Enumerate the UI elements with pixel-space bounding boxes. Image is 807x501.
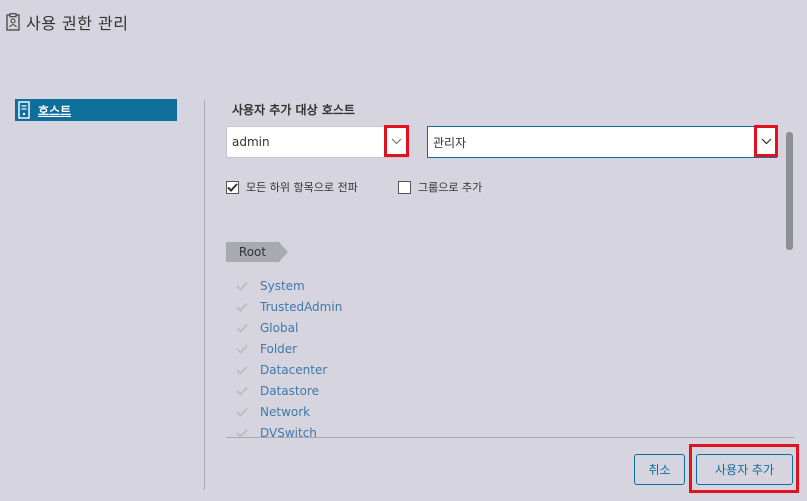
privilege-checkbox bbox=[236, 343, 248, 355]
role-select-value: 관리자 bbox=[433, 135, 467, 150]
checkmark-icon bbox=[236, 323, 248, 333]
privilege-item: Datastore bbox=[236, 380, 776, 401]
checkmark-icon bbox=[227, 182, 238, 192]
propagate-label: 모든 하위 항목으로 전파 bbox=[246, 181, 358, 194]
privilege-checkbox bbox=[236, 301, 248, 313]
privilege-label: Folder bbox=[260, 341, 298, 356]
section-title: 사용자 추가 대상 호스트 bbox=[232, 103, 355, 117]
propagate-checkbox[interactable] bbox=[226, 180, 239, 194]
privilege-label: Datacenter bbox=[260, 362, 328, 377]
sidebar: 호스트 bbox=[15, 99, 177, 121]
privilege-label: Network bbox=[260, 404, 311, 419]
privilege-checkbox bbox=[236, 364, 248, 376]
chevron-down-icon bbox=[761, 138, 771, 144]
breadcrumb-arrow bbox=[279, 242, 288, 262]
privilege-item: Global bbox=[236, 317, 776, 338]
user-select-value: admin bbox=[232, 135, 270, 149]
privilege-item: Datacenter bbox=[236, 359, 776, 380]
role-dropdown-toggle[interactable] bbox=[754, 125, 778, 157]
title-bar: 사용 권한 관리 bbox=[6, 10, 129, 34]
privilege-checkbox bbox=[236, 406, 248, 418]
footer-divider bbox=[226, 437, 794, 438]
privilege-label: TrustedAdmin bbox=[260, 299, 343, 314]
privilege-item: System bbox=[236, 275, 776, 296]
add-as-group-label: 그룹으로 추가 bbox=[418, 181, 483, 194]
role-select[interactable]: 관리자 bbox=[427, 126, 777, 158]
chevron-down-icon bbox=[391, 138, 402, 144]
privilege-label: Global bbox=[260, 320, 299, 335]
user-select[interactable]: admin bbox=[226, 126, 409, 158]
add-as-group-checkbox[interactable] bbox=[398, 180, 411, 194]
privilege-label: DVSwitch bbox=[260, 425, 317, 438]
sidebar-item-host[interactable]: 호스트 bbox=[15, 99, 177, 121]
scrollbar[interactable] bbox=[786, 132, 793, 250]
sidebar-item-label: 호스트 bbox=[38, 103, 72, 118]
cancel-button[interactable]: 취소 bbox=[634, 454, 685, 485]
checkmark-icon bbox=[236, 407, 248, 417]
privilege-label: Datastore bbox=[260, 383, 320, 398]
privilege-item: DVSwitch bbox=[236, 422, 776, 437]
privilege-label: System bbox=[260, 278, 305, 293]
host-server-icon bbox=[18, 101, 30, 119]
privilege-item: TrustedAdmin bbox=[236, 296, 776, 317]
checkmark-icon bbox=[236, 428, 248, 437]
dialog-title: 사용 권한 관리 bbox=[26, 14, 129, 33]
checkmark-icon bbox=[236, 344, 248, 354]
privilege-checkbox bbox=[236, 427, 248, 437]
privilege-checkbox bbox=[236, 280, 248, 292]
propagate-checkbox-row[interactable]: 모든 하위 항목으로 전파 bbox=[226, 179, 358, 195]
privilege-checkbox bbox=[236, 385, 248, 397]
root-label: Root bbox=[226, 242, 279, 262]
clipboard-icon bbox=[6, 13, 20, 31]
privilege-item: Network bbox=[236, 401, 776, 422]
checkmark-icon bbox=[236, 386, 248, 396]
root-breadcrumb[interactable]: Root bbox=[226, 242, 288, 262]
user-dropdown-toggle[interactable] bbox=[384, 125, 409, 157]
checkmark-icon bbox=[236, 281, 248, 291]
checkmark-icon bbox=[236, 302, 248, 312]
privilege-item: Folder bbox=[236, 338, 776, 359]
add-as-group-checkbox-row[interactable]: 그룹으로 추가 bbox=[398, 179, 482, 195]
add-user-button[interactable]: 사용자 추가 bbox=[696, 454, 793, 485]
checkmark-icon bbox=[236, 365, 248, 375]
privilege-checkbox bbox=[236, 322, 248, 334]
vertical-divider bbox=[204, 100, 205, 490]
privilege-list: System TrustedAdmin Global Folder Datace… bbox=[236, 275, 776, 437]
